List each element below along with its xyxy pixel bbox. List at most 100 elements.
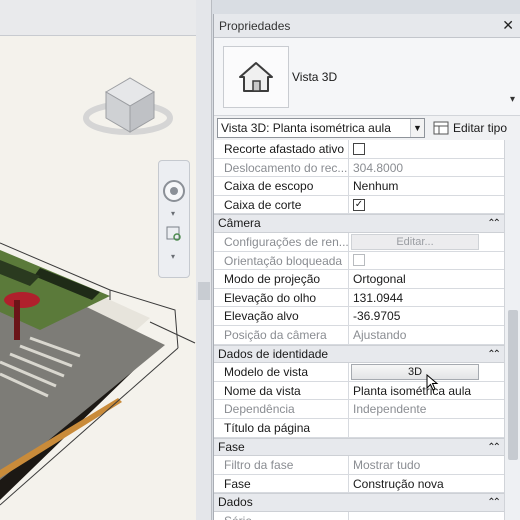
type-image: [223, 46, 289, 108]
property-row[interactable]: Fase Construção nova: [214, 474, 504, 494]
navigation-bar[interactable]: ▾ ▾: [158, 160, 190, 278]
property-value-cell[interactable]: Planta isométrica aula: [349, 382, 504, 400]
properties-title-bar: Propriedades ✕: [214, 14, 520, 38]
section-label: Câmera: [218, 216, 261, 231]
property-value-cell[interactable]: Construção nova: [349, 475, 504, 493]
section-label: Dados de identidade: [218, 346, 329, 361]
property-label: Nome da vista: [214, 381, 349, 400]
viewport-vertical-scrollbar[interactable]: [196, 0, 211, 520]
collapse-icon[interactable]: ⌃⌃: [487, 494, 501, 511]
properties-scroll-thumb[interactable]: [508, 310, 518, 460]
property-label: Modo de projeção: [214, 270, 349, 288]
property-row: Deslocamento do rec... 304.8000: [214, 158, 504, 178]
checkbox-unchecked[interactable]: [353, 142, 365, 155]
type-selector-area[interactable]: Vista 3D ▾: [214, 38, 520, 116]
property-label: Recorte afastado ativo: [214, 140, 349, 158]
property-label: Elevação do olho: [214, 288, 349, 307]
instance-selector-dropdown[interactable]: Vista 3D: Planta isométrica aula ▼: [217, 118, 425, 138]
property-value: Nenhum: [353, 179, 399, 194]
property-label: Fase: [214, 474, 349, 493]
view-cube[interactable]: [83, 77, 173, 135]
property-row[interactable]: Modo de projeção Ortogonal: [214, 270, 504, 289]
edit-type-button[interactable]: Editar tipo: [429, 118, 511, 138]
property-label: Caixa de escopo: [214, 177, 349, 195]
edit-type-label: Editar tipo: [453, 121, 508, 135]
viewport-scroll-thumb[interactable]: [198, 282, 210, 300]
property-value-cell: [349, 512, 504, 520]
instance-selector-row: Vista 3D: Planta isométrica aula ▼ Edita…: [214, 116, 520, 140]
zoom-region-icon[interactable]: [166, 226, 180, 240]
type-scroll-down-icon[interactable]: ▾: [510, 94, 515, 105]
property-button: Editar...: [351, 233, 479, 250]
collapse-icon[interactable]: ⌃⌃: [487, 346, 501, 363]
property-label: Título da página: [214, 418, 349, 437]
property-row: Configurações de ren... Editar...: [214, 232, 504, 252]
property-label: Série: [214, 511, 349, 520]
section-label: Fase: [218, 439, 245, 454]
property-value-cell[interactable]: [349, 140, 504, 158]
property-value: Construção nova: [353, 476, 444, 491]
property-row: Filtro da fase Mostrar tudo: [214, 456, 504, 475]
property-row[interactable]: Elevação do olho 131.0944: [214, 288, 504, 308]
collapse-icon[interactable]: ⌃⌃: [487, 215, 501, 232]
type-label: Vista 3D: [292, 70, 338, 84]
section-header[interactable]: Fase ⌃⌃: [214, 437, 504, 457]
properties-title: Propriedades: [219, 18, 291, 33]
property-label: Deslocamento do rec...: [214, 158, 349, 177]
property-button[interactable]: 3D: [351, 364, 479, 381]
collapse-icon[interactable]: ⌃⌃: [487, 439, 501, 456]
house-icon: [239, 62, 273, 92]
property-value-cell[interactable]: [349, 419, 504, 437]
section-header[interactable]: Dados ⌃⌃: [214, 493, 504, 512]
checkbox-unchecked: [353, 254, 365, 267]
property-value: Independente: [353, 402, 427, 417]
section-header[interactable]: Dados de identidade ⌃⌃: [214, 344, 504, 364]
property-value-cell[interactable]: Nenhum: [349, 177, 504, 195]
property-label: Caixa de corte: [214, 195, 349, 214]
close-icon[interactable]: ✕: [502, 17, 514, 34]
property-value-cell[interactable]: 3D: [349, 363, 504, 381]
property-value-cell[interactable]: Ortogonal: [349, 270, 504, 288]
property-label: Filtro da fase: [214, 456, 349, 474]
chevron-down-icon[interactable]: ▼: [410, 119, 424, 137]
property-value-cell: Mostrar tudo: [349, 456, 504, 474]
property-row[interactable]: Modelo de vista 3D: [214, 363, 504, 382]
property-row[interactable]: Caixa de corte ✓: [214, 195, 504, 215]
svg-text:▾: ▾: [171, 209, 175, 218]
property-value-cell: Ajustando: [349, 326, 504, 344]
property-label: Configurações de ren...: [214, 232, 349, 251]
properties-scrollbar[interactable]: [504, 140, 520, 520]
property-value: -36.9705: [353, 309, 401, 324]
property-row[interactable]: Recorte afastado ativo: [214, 140, 504, 159]
property-value-cell[interactable]: ✓: [349, 196, 504, 214]
property-label: Posição da câmera: [214, 325, 349, 344]
red-kiosk-roof: [4, 292, 40, 308]
3d-viewport[interactable]: ▾ ▾: [0, 0, 212, 520]
property-label: Orientação bloqueada: [214, 251, 349, 270]
svg-text:▾: ▾: [171, 252, 175, 261]
property-value-cell: 304.8000: [349, 159, 504, 177]
property-row: Série: [214, 511, 504, 520]
properties-panel: Propriedades ✕ Vista 3D ▾ Vista 3D: Plan…: [213, 14, 520, 520]
property-value: Mostrar tudo: [353, 458, 421, 473]
property-label: Dependência: [214, 400, 349, 418]
property-label: Modelo de vista: [214, 363, 349, 381]
checkbox-checked[interactable]: ✓: [353, 198, 365, 211]
instance-selector-value: Vista 3D: Planta isométrica aula: [221, 121, 391, 135]
section-header[interactable]: Câmera ⌃⌃: [214, 214, 504, 233]
property-row: Orientação bloqueada: [214, 251, 504, 271]
property-row[interactable]: Caixa de escopo Nenhum: [214, 177, 504, 196]
property-value-cell: [349, 252, 504, 270]
property-value-cell: Independente: [349, 400, 504, 418]
property-row[interactable]: Elevação alvo -36.9705: [214, 307, 504, 326]
property-value: Ortogonal: [353, 272, 406, 287]
property-row[interactable]: Título da página: [214, 418, 504, 438]
property-value-cell[interactable]: 131.0944: [349, 289, 504, 307]
property-value: Planta isométrica aula: [353, 383, 472, 398]
section-label: Dados: [218, 495, 253, 510]
property-value: Ajustando: [353, 327, 407, 342]
property-label: Elevação alvo: [214, 307, 349, 325]
property-value: 131.0944: [353, 290, 404, 305]
property-value-cell[interactable]: -36.9705: [349, 307, 504, 325]
property-row[interactable]: Nome da vista Planta isométrica aula: [214, 381, 504, 401]
